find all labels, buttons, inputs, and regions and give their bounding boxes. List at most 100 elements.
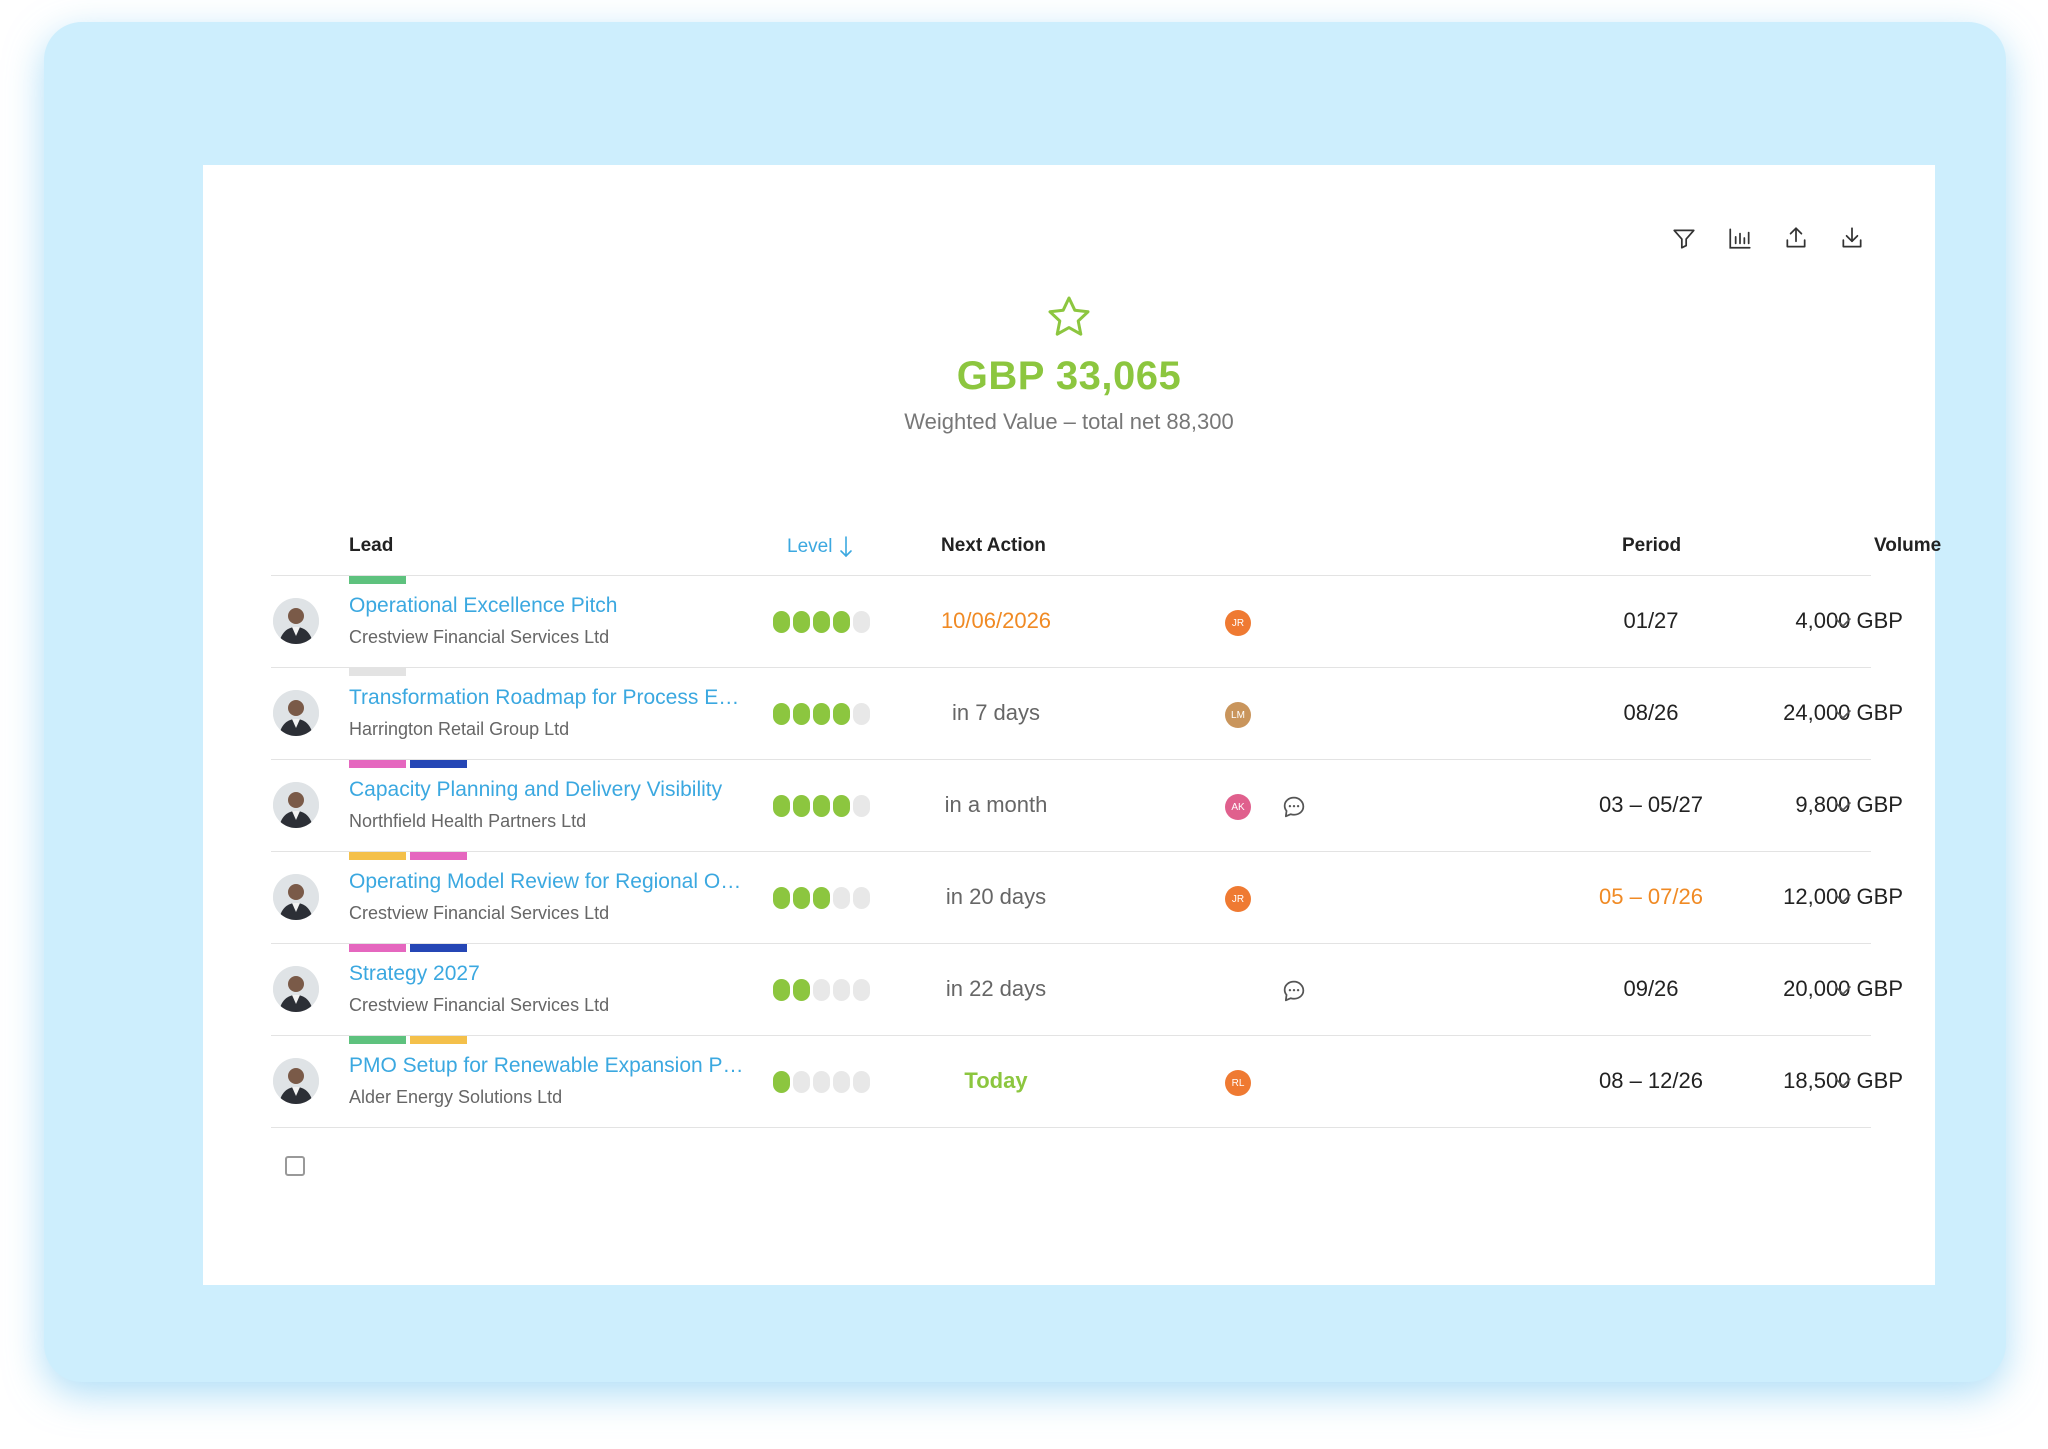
level-indicator <box>773 1071 870 1093</box>
filter-button[interactable] <box>1669 223 1699 253</box>
level-indicator <box>773 979 870 1001</box>
owner-avatar[interactable]: LM <box>1225 702 1251 728</box>
tag-bar <box>349 576 406 584</box>
volume: 20,000 GBP <box>1783 976 1903 1001</box>
lead-tags <box>349 760 467 768</box>
chevron-down-icon[interactable] <box>1831 886 1855 910</box>
lead-tags <box>349 668 406 676</box>
table-body: Operational Excellence Pitch Crestview Fi… <box>271 576 1903 1128</box>
next-action[interactable]: 10/06/2026 <box>881 608 1111 634</box>
table-row[interactable]: Operational Excellence Pitch Crestview Fi… <box>271 576 1903 668</box>
volume: 18,500 GBP <box>1783 1068 1903 1093</box>
chart-icon <box>1729 228 1751 249</box>
next-action[interactable]: in 20 days <box>881 884 1111 910</box>
background-frame: GBP 33,065 Weighted Value – total net 88… <box>44 22 2006 1382</box>
lead-company: Crestview Financial Services Ltd <box>349 995 610 1015</box>
filter-icon <box>1673 229 1695 249</box>
table-row[interactable]: PMO Setup for Renewable Expansion Progra… <box>271 1036 1903 1128</box>
table-row[interactable]: Strategy 2027 Crestview Financial Service… <box>271 944 1903 1036</box>
avatar <box>273 690 319 736</box>
table-header: Lead Level Next Action Period Volume <box>271 519 1941 576</box>
level-dot <box>813 611 830 633</box>
table-row[interactable]: Operating Model Review for Regional Oper… <box>271 852 1903 944</box>
avatar <box>273 782 319 828</box>
level-dot <box>833 1071 850 1093</box>
avatar <box>273 874 319 920</box>
tag-bar <box>410 1036 467 1044</box>
header-lead[interactable]: Lead <box>349 535 393 557</box>
table-row[interactable]: Capacity Planning and Delivery Visibilit… <box>271 760 1903 852</box>
level-dot <box>773 795 790 817</box>
level-dot <box>853 703 870 725</box>
tag-bar <box>410 944 467 952</box>
weighted-value-subtitle: Weighted Value – total net 88,300 <box>904 409 1234 434</box>
owner-avatar[interactable]: JR <box>1225 886 1251 912</box>
period: 01/27 <box>1623 608 1679 633</box>
level-dot <box>793 1071 810 1093</box>
header-period[interactable]: Period <box>1622 535 1681 557</box>
header-level-label: Level <box>787 536 833 557</box>
tag-bar <box>410 852 467 860</box>
volume: 12,000 GBP <box>1783 884 1903 909</box>
level-indicator <box>773 703 870 725</box>
next-action[interactable]: Today <box>881 1068 1111 1094</box>
level-dot <box>773 887 790 909</box>
lead-company: Northfield Health Partners Ltd <box>349 811 587 831</box>
weighted-value: GBP 33,065 <box>956 354 1182 398</box>
level-dot <box>853 795 870 817</box>
lead-tags <box>349 852 467 860</box>
lead-title-link[interactable]: Strategy 2027 <box>349 962 749 986</box>
lead-company: Crestview Financial Services Ltd <box>349 627 610 647</box>
lead-company: Alder Energy Solutions Ltd <box>349 1087 563 1107</box>
header-level[interactable]: Level <box>787 535 854 559</box>
tag-bar <box>349 668 406 676</box>
level-dot <box>833 703 850 725</box>
level-dot <box>793 795 810 817</box>
next-action[interactable]: in 7 days <box>881 700 1111 726</box>
lead-tags <box>349 944 467 952</box>
lead-title-link[interactable]: Capacity Planning and Delivery Visibilit… <box>349 778 749 802</box>
avatar <box>273 598 319 644</box>
leads-panel: GBP 33,065 Weighted Value – total net 88… <box>203 165 1941 1285</box>
owner-avatar[interactable]: RL <box>1225 1070 1251 1096</box>
lead-title-link[interactable]: Operational Excellence Pitch <box>349 594 749 618</box>
lead-tags <box>349 1036 467 1044</box>
level-dot <box>773 611 790 633</box>
level-dot <box>833 979 850 1001</box>
table-row[interactable]: Transformation Roadmap for Process Excel… <box>271 668 1903 760</box>
level-indicator <box>773 795 870 817</box>
lead-title-link[interactable]: Transformation Roadmap for Process Excel… <box>349 686 749 710</box>
comment-icon[interactable] <box>1280 977 1308 1005</box>
tag-bar <box>410 760 467 768</box>
lead-title-link[interactable]: PMO Setup for Renewable Expansion Progra… <box>349 1054 749 1078</box>
chevron-down-icon[interactable] <box>1831 610 1855 634</box>
period: 08/26 <box>1623 700 1679 725</box>
lead-title-link[interactable]: Operating Model Review for Regional Oper… <box>349 870 749 894</box>
level-dot <box>813 795 830 817</box>
volume: 24,000 GBP <box>1783 700 1903 725</box>
select-all-checkbox[interactable] <box>285 1156 305 1176</box>
upload-button[interactable] <box>1781 223 1811 253</box>
summary: GBP 33,065 Weighted Value – total net 88… <box>203 293 1935 435</box>
level-dot <box>813 1071 830 1093</box>
chevron-down-icon[interactable] <box>1831 702 1855 726</box>
chevron-down-icon[interactable] <box>1831 794 1855 818</box>
comment-icon[interactable] <box>1280 793 1308 821</box>
owner-avatar[interactable]: AK <box>1225 794 1251 820</box>
next-action[interactable]: in a month <box>881 792 1111 818</box>
level-dot <box>813 703 830 725</box>
header-next-action[interactable]: Next Action <box>941 535 1046 557</box>
next-action[interactable]: in 22 days <box>881 976 1111 1002</box>
level-dot <box>853 979 870 1001</box>
header-volume[interactable]: Volume <box>1874 535 1941 557</box>
owner-avatar[interactable]: JR <box>1225 610 1251 636</box>
chevron-down-icon[interactable] <box>1831 978 1855 1002</box>
chart-button[interactable] <box>1725 223 1755 253</box>
chevron-down-icon[interactable] <box>1831 1070 1855 1094</box>
period: 08 – 12/26 <box>1599 1068 1703 1093</box>
level-dot <box>773 703 790 725</box>
avatar <box>273 1058 319 1104</box>
period: 09/26 <box>1623 976 1679 1001</box>
level-dot <box>833 887 850 909</box>
download-button[interactable] <box>1837 223 1867 253</box>
